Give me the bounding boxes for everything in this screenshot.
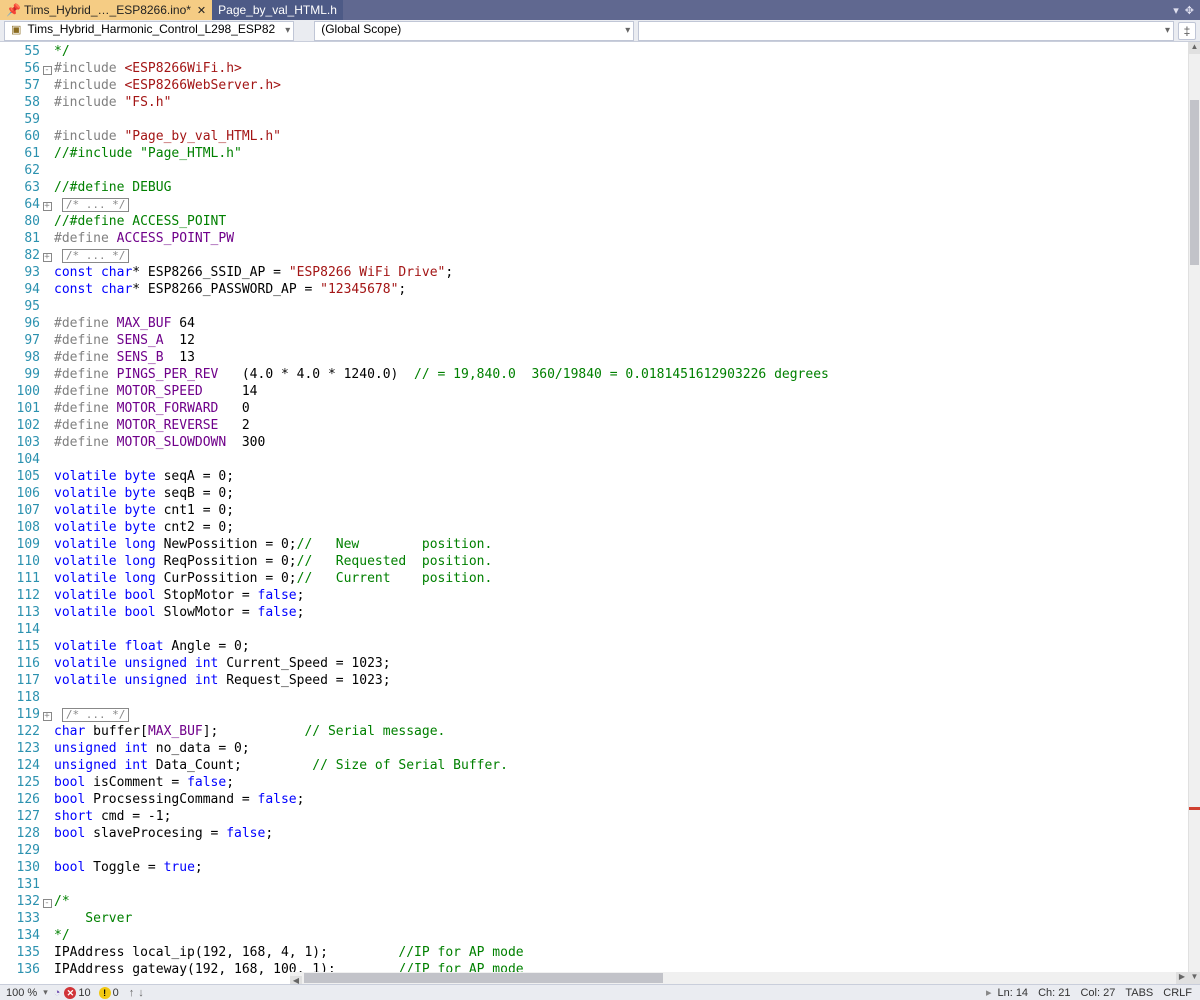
status-bar: 100 % ▾ ◔ ✕ 10 ! 0 ↑ ↓ ▸ Ln: 14 Ch: 21 C… [0, 984, 1200, 1000]
nav-arrows: ↑ ↓ [123, 987, 150, 999]
indicator-arrow-icon[interactable]: ▸ [986, 986, 998, 999]
caret-col[interactable]: Col: 27 [1080, 987, 1115, 999]
navigation-bar: ▣ Tims_Hybrid_Harmonic_Control_L298_ESP8… [0, 20, 1200, 42]
scope-label: (Global Scope) [321, 22, 401, 36]
nav-up-icon[interactable]: ↑ [129, 987, 135, 999]
indent-mode[interactable]: TABS [1125, 987, 1153, 999]
warning-count[interactable]: ! 0 [95, 987, 123, 999]
caret-char[interactable]: Ch: 21 [1038, 987, 1070, 999]
chevron-down-icon: ▾ [1165, 25, 1170, 36]
zoom-dropdown-icon[interactable]: ▾ [43, 987, 48, 998]
scroll-track[interactable] [1189, 54, 1200, 972]
dropdown-icon[interactable]: ▾ [1173, 4, 1179, 17]
chevron-down-icon: ▾ [285, 25, 290, 36]
member-dropdown[interactable]: ▾ [638, 21, 1174, 41]
no-issues-icon[interactable]: ◔ [54, 987, 61, 999]
error-marker[interactable] [1189, 807, 1200, 810]
line-endings[interactable]: CRLF [1163, 987, 1192, 999]
file-icon: ▣ [11, 24, 21, 36]
nav-down-icon[interactable]: ↓ [138, 987, 144, 999]
scroll-right-button[interactable]: ▶ [1176, 972, 1188, 984]
context-label: Tims_Hybrid_Harmonic_Control_L298_ESP82 [28, 22, 276, 36]
scope-dropdown[interactable]: (Global Scope) ▾ [314, 21, 634, 41]
tab-active-file[interactable]: 📌 Tims_Hybrid_…_ESP8266.ino* ✕ [0, 0, 212, 20]
tab-secondary-file[interactable]: Page_by_val_HTML.h [212, 0, 343, 20]
fold-gutter[interactable]: -+++- [40, 42, 54, 984]
warning-icon: ! [99, 987, 111, 999]
error-icon: ✕ [64, 987, 76, 999]
document-tabstrip: 📌 Tims_Hybrid_…_ESP8266.ino* ✕ Page_by_v… [0, 0, 1200, 20]
pin-icon: 📌 [6, 3, 21, 17]
zoom-level[interactable]: 100 % [0, 987, 43, 999]
vertical-scrollbar[interactable]: ▲ ▼ [1188, 42, 1200, 984]
scroll-down-button[interactable]: ▼ [1189, 972, 1200, 984]
chevron-down-icon: ▾ [625, 25, 630, 36]
scroll-thumb[interactable] [1190, 100, 1199, 265]
error-count[interactable]: ✕ 10 [60, 987, 94, 999]
caret-line[interactable]: Ln: 14 [997, 987, 1028, 999]
line-number-gutter: 5556575859606162636480818293949596979899… [0, 42, 40, 984]
scroll-up-button[interactable]: ▲ [1189, 42, 1200, 54]
tab-label: Page_by_val_HTML.h [218, 3, 337, 17]
tab-label: Tims_Hybrid_…_ESP8266.ino* [24, 3, 191, 17]
close-icon[interactable]: ✕ [197, 4, 206, 17]
code-editor[interactable]: 5556575859606162636480818293949596979899… [0, 42, 1188, 984]
code-content[interactable]: */#include <ESP8266WiFi.h>#include <ESP8… [54, 42, 1188, 984]
context-dropdown[interactable]: ▣ Tims_Hybrid_Harmonic_Control_L298_ESP8… [4, 21, 294, 41]
hscroll-thumb[interactable] [304, 973, 663, 983]
split-toggle-button[interactable]: ‡ [1178, 22, 1196, 40]
horizontal-scrollbar[interactable]: ◀ ▶ [290, 972, 1188, 984]
window-layout-icon[interactable]: ✥ [1185, 4, 1194, 17]
